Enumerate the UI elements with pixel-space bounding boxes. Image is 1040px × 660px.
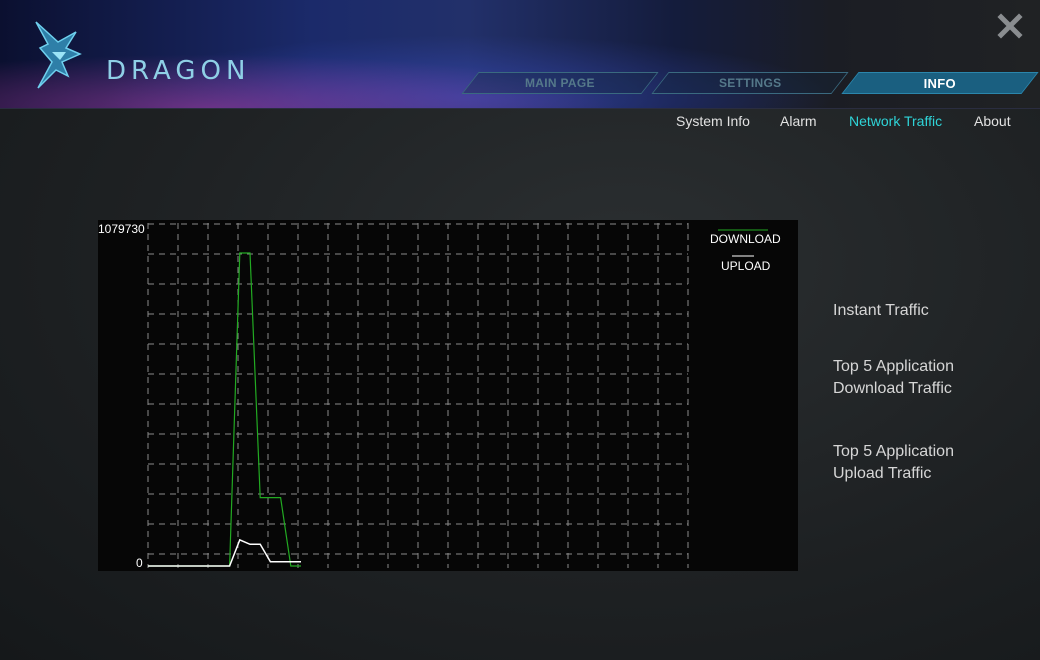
- top5-download-line1: Top 5 Application: [833, 358, 954, 375]
- series-line-download: [148, 252, 301, 567]
- legend-download-label: DOWNLOAD: [710, 232, 781, 246]
- chart-series: [148, 252, 301, 567]
- tab-main-page-label: MAIN PAGE: [525, 76, 595, 90]
- brand-name: DRAGON: [106, 56, 251, 86]
- subnav-alarm[interactable]: Alarm: [780, 113, 817, 129]
- network-traffic-chart: 1079730 0 DOWNLOAD UPLOAD: [98, 220, 798, 571]
- tab-settings[interactable]: SETTINGS: [651, 72, 849, 94]
- legend-upload-label: UPLOAD: [721, 259, 771, 273]
- subnav-about[interactable]: About: [974, 113, 1011, 129]
- tab-info[interactable]: INFO: [841, 72, 1039, 94]
- subnav-network-traffic[interactable]: Network Traffic: [849, 113, 942, 129]
- traffic-chart-svg: 1079730 0 DOWNLOAD UPLOAD: [98, 222, 781, 570]
- close-icon[interactable]: [996, 12, 1024, 40]
- app-header: DRAGON MAIN PAGE SETTINGS INFO: [0, 0, 1040, 109]
- y-axis-min-label: 0: [136, 556, 143, 570]
- dragon-logo-icon: [35, 21, 82, 89]
- top5-upload-line2: Upload Traffic: [833, 465, 932, 482]
- top5-upload-link[interactable]: Top 5 Application Upload Traffic: [833, 441, 1013, 485]
- top5-download-link[interactable]: Top 5 Application Download Traffic: [833, 356, 1013, 400]
- top5-upload-line1: Top 5 Application: [833, 443, 954, 460]
- top5-download-line2: Download Traffic: [833, 380, 952, 397]
- tab-info-label: INFO: [923, 75, 957, 91]
- tab-main-page[interactable]: MAIN PAGE: [461, 72, 659, 94]
- tab-settings-label: SETTINGS: [718, 76, 782, 90]
- subnav-system-info[interactable]: System Info: [676, 113, 750, 129]
- chart-grid: [147, 223, 689, 568]
- instant-traffic-link[interactable]: Instant Traffic: [833, 300, 1013, 322]
- series-line-upload: [148, 538, 301, 567]
- info-subnav: System Info Alarm Network Traffic About: [666, 113, 1026, 131]
- y-axis-max-label: 1079730: [98, 222, 145, 236]
